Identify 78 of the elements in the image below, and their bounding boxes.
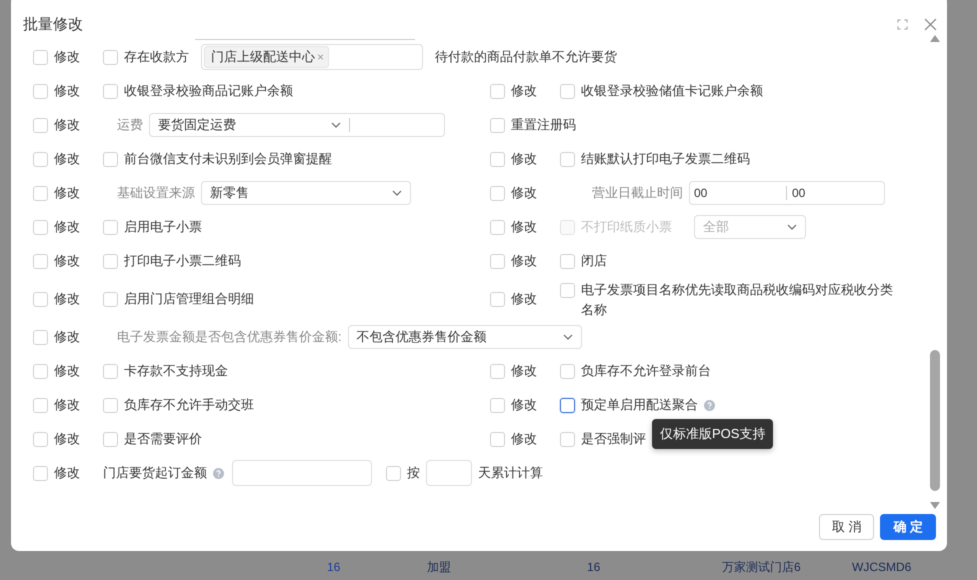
option-label: 打印电子小票二维码	[124, 252, 241, 270]
option-label: 电子发票项目名称优先读取商品税收编码对应税收分类名称	[581, 281, 894, 319]
option-label: 预定单启用配送聚合	[581, 396, 698, 414]
select-field[interactable]: 不包含优惠券售价金额	[348, 325, 582, 349]
modify-label: 修改	[54, 218, 80, 236]
scroll-up-arrow-icon[interactable]	[930, 34, 940, 42]
dialog-title: 批量修改	[23, 14, 83, 34]
option-label: 重置注册码	[511, 116, 576, 134]
table-cell-text: 加盟	[427, 558, 452, 576]
select-field[interactable]: 新零售	[201, 181, 411, 205]
modify-label: 修改	[511, 290, 537, 308]
modify-label: 修改	[54, 252, 80, 270]
field-label: 电子发票金额是否包含优惠券售价金额:	[117, 328, 342, 346]
suffix-text: 天累计计算	[478, 464, 543, 482]
option-label: 是否强制评	[581, 430, 646, 448]
option-label: 前台微信支付未识别到会员弹窗提醒	[124, 150, 332, 168]
option-label: 存在收款方	[124, 48, 189, 66]
modify-label: 修改	[54, 82, 80, 100]
modify-label: 修改	[511, 184, 537, 202]
modify-label: 修改	[54, 150, 80, 168]
tag-chip[interactable]: 门店上级配送中心×	[204, 46, 330, 68]
option-label: 启用门店管理组合明细	[124, 290, 254, 308]
modify-label: 修改	[54, 328, 80, 346]
modify-label: 修改	[54, 396, 80, 414]
tag-label: 门店上级配送中心	[211, 48, 315, 66]
help-icon[interactable]	[704, 400, 715, 410]
modify-label: 修改	[511, 362, 537, 380]
modify-label: 修改	[54, 290, 80, 308]
confirm-button[interactable]: 确 定	[880, 514, 936, 540]
days-field[interactable]	[426, 460, 472, 486]
scrollbar-thumb[interactable]	[930, 350, 940, 491]
table-cell-text: 16	[327, 560, 342, 574]
modify-label: 修改	[54, 430, 80, 448]
modify-label: 修改	[54, 116, 80, 134]
option-label: 启用电子小票	[124, 218, 202, 236]
option-label: 负库存不允许登录前台	[581, 362, 711, 380]
option-label: 按	[407, 464, 420, 482]
tooltip: 仅标准版POS支持	[652, 418, 774, 448]
tag-select-field[interactable]: 门店上级配送中心×	[201, 44, 423, 70]
field-label: 基础设置来源	[117, 184, 195, 202]
chevron-down-icon	[787, 224, 797, 230]
modify-label: 修改	[54, 464, 80, 482]
modify-label: 修改	[511, 150, 537, 168]
help-icon[interactable]	[213, 468, 224, 478]
table-cell-text: 万家测试门店6	[722, 558, 802, 576]
option-label: 是否需要评价	[124, 430, 202, 448]
modify-label: 修改	[511, 396, 537, 414]
time-field[interactable]: 00	[690, 186, 786, 200]
chevron-down-icon	[392, 190, 402, 196]
close-icon[interactable]	[924, 18, 937, 30]
cancel-button[interactable]: 取 消	[818, 514, 874, 540]
field-label: 运费	[117, 116, 143, 134]
field-label: 营业日截止时间	[592, 184, 683, 202]
option-label: 不打印纸质小票	[581, 218, 672, 236]
table-cell: WJCSMD6	[852, 560, 912, 574]
modify-label: 修改	[54, 362, 80, 380]
modify-label: 修改	[511, 218, 537, 236]
table-cell-text: 16	[587, 560, 602, 574]
option-label: 收银登录校验储值卡记账户余额	[581, 82, 763, 100]
option-label: 卡存款不支持现金	[124, 362, 228, 380]
modify-label: 修改	[511, 82, 537, 100]
fullscreen-icon[interactable]	[897, 18, 908, 30]
option-label: 收银登录校验商品记账户余额	[124, 82, 293, 100]
select-field[interactable]: 要货固定运费	[149, 113, 445, 137]
time-field[interactable]: 00	[786, 186, 884, 200]
option-label: 闭店	[581, 252, 607, 270]
amount-field[interactable]	[232, 460, 372, 486]
modify-label: 修改	[511, 430, 537, 448]
chevron-down-icon	[562, 334, 573, 340]
field-label: 门店要货起订金额	[103, 464, 207, 482]
modify-label: 修改	[54, 48, 80, 66]
modify-label: 修改	[54, 184, 80, 202]
note-text: 待付款的商品付款单不允许要货	[435, 48, 617, 66]
modify-label: 修改	[511, 252, 537, 270]
scroll-down-arrow-icon[interactable]	[930, 502, 940, 510]
chevron-down-icon	[331, 122, 341, 128]
option-label: 结账默认打印电子发票二维码	[581, 150, 750, 168]
option-label: 负库存不允许手动交班	[124, 396, 254, 414]
